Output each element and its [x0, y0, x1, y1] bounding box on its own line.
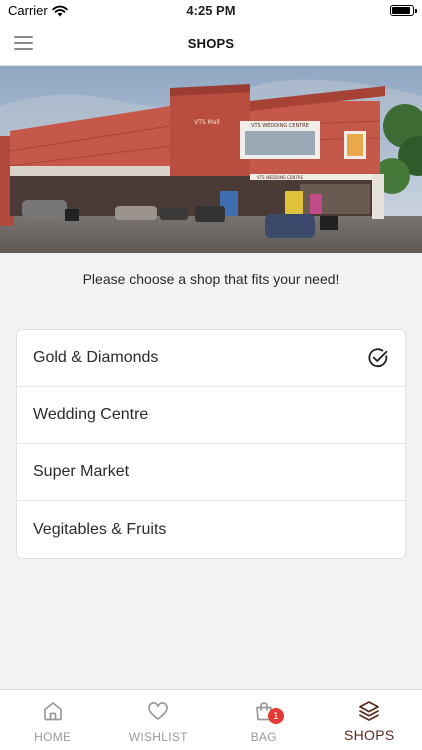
- shop-banner-image: VTS WEDDING CENTRE VTS Mall VTS WEDDING …: [0, 66, 422, 253]
- bottom-tab-bar: HOME WISHLIST 1 BAG SHOPS: [0, 689, 422, 750]
- tab-bag[interactable]: 1 BAG: [211, 690, 317, 750]
- shop-item-label: Vegitables & Fruits: [33, 520, 167, 538]
- tab-home[interactable]: HOME: [0, 690, 106, 750]
- tab-bag-label: BAG: [250, 730, 277, 744]
- shop-item-vegetables-fruits[interactable]: Vegitables & Fruits: [17, 501, 405, 558]
- shop-prompt-text: Please choose a shop that fits your need…: [82, 271, 340, 287]
- tab-wishlist-label: WISHLIST: [128, 730, 188, 744]
- page-title: SHOPS: [187, 36, 235, 51]
- bag-count-badge: 1: [267, 708, 284, 724]
- home-icon: [43, 702, 62, 721]
- layers-icon: [359, 701, 380, 721]
- shop-item-super-market[interactable]: Super Market: [17, 444, 405, 501]
- banner-sign-2: VTS WEDDING CENTRE: [257, 175, 304, 180]
- shop-item-label: Wedding Centre: [33, 406, 149, 423]
- status-bar: Carrier 4:25 PM: [0, 0, 422, 22]
- banner-sign-1: VTS WEDDING CENTRE: [251, 123, 309, 129]
- tab-home-label: HOME: [34, 730, 72, 744]
- shop-list: Gold & Diamonds Wedding Centre Super Mar…: [16, 329, 406, 559]
- navigation-bar: SHOPS: [0, 22, 422, 66]
- tab-shops-label: SHOPS: [343, 727, 395, 743]
- shop-item-label: Gold & Diamonds: [33, 349, 159, 366]
- heart-icon: [148, 702, 169, 720]
- status-time: 4:25 PM: [186, 3, 236, 18]
- tab-shops[interactable]: SHOPS: [317, 690, 422, 750]
- shop-item-gold-diamonds[interactable]: Gold & Diamonds: [17, 330, 405, 387]
- banner-sign-0: VTS Mall: [194, 119, 220, 126]
- tab-wishlist[interactable]: WISHLIST: [106, 690, 212, 750]
- check-circle-icon: [368, 348, 388, 368]
- shop-item-label: Super Market: [33, 463, 130, 480]
- shop-item-wedding-centre[interactable]: Wedding Centre: [17, 387, 405, 444]
- battery-icon: [390, 5, 417, 16]
